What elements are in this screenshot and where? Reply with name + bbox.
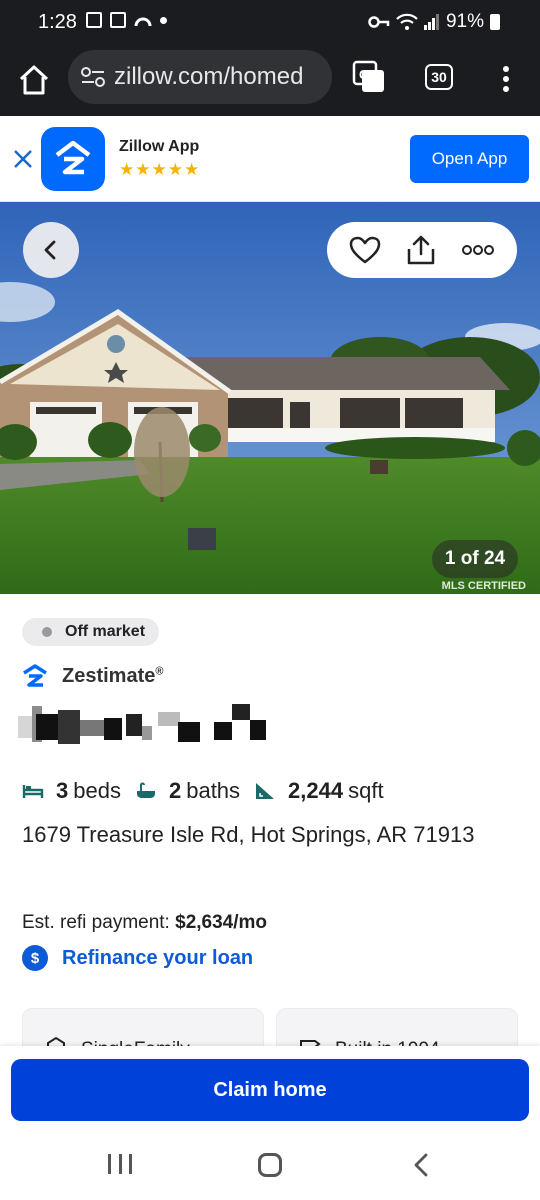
home-facts: 3 beds 2 baths 2,244 sqft bbox=[22, 778, 384, 804]
translate-icon[interactable]: G bbox=[352, 60, 386, 94]
listing-actions bbox=[327, 222, 517, 278]
home-nav-icon[interactable] bbox=[258, 1153, 282, 1177]
zillow-z-icon bbox=[55, 140, 91, 175]
status-bar: 1:28 91% bbox=[0, 0, 540, 46]
baths-label: baths bbox=[186, 778, 241, 803]
key-icon bbox=[368, 16, 390, 28]
sqft-icon bbox=[256, 783, 275, 799]
zillow-app-logo bbox=[41, 127, 105, 191]
status-badge: Off market bbox=[22, 618, 160, 646]
listing-photo[interactable]: 1 of 24 MLS CERTIFIED bbox=[0, 202, 540, 594]
tab-switcher-button[interactable]: 30 bbox=[425, 64, 453, 90]
zestimate-label: Zestimate® bbox=[62, 664, 164, 687]
zillow-z-icon bbox=[23, 664, 47, 687]
sqft-label: sqft bbox=[348, 778, 384, 803]
heart-icon[interactable] bbox=[349, 236, 381, 264]
more-options-icon[interactable] bbox=[461, 244, 495, 256]
baths-count: 2 bbox=[168, 778, 182, 803]
open-app-button[interactable]: Open App bbox=[410, 135, 529, 183]
beds-label: beds bbox=[73, 778, 121, 803]
bath-icon bbox=[136, 782, 155, 798]
mls-certified-badge: MLS CERTIFIED bbox=[441, 580, 526, 592]
app-install-banner: Zillow App ★★★★★ Open App bbox=[0, 116, 540, 202]
system-nav-bar bbox=[0, 1138, 540, 1200]
status-dot bbox=[42, 627, 52, 637]
zestimate-value-redacted bbox=[18, 704, 266, 744]
svg-text:G: G bbox=[359, 67, 369, 82]
beds-count: 3 bbox=[56, 778, 69, 803]
back-button[interactable] bbox=[23, 222, 79, 278]
signal-icon bbox=[423, 14, 439, 30]
calendar-icon bbox=[110, 12, 126, 28]
notification-icons bbox=[86, 12, 167, 28]
url-text: zillow.com/homed bbox=[114, 63, 304, 90]
browser-toolbar: zillow.com/homed G 30 bbox=[0, 46, 540, 116]
battery-icon bbox=[490, 14, 500, 30]
more-notifications-dot bbox=[160, 16, 167, 24]
refi-value: $2,634/mo bbox=[175, 912, 268, 933]
dollar-icon: $ bbox=[22, 945, 48, 971]
rating-stars: ★★★★★ bbox=[119, 160, 201, 179]
chevron-left-icon bbox=[44, 240, 56, 260]
share-icon[interactable] bbox=[405, 234, 437, 266]
sticky-cta: Claim home bbox=[0, 1046, 540, 1138]
refinance-link-label: Refinance your loan bbox=[62, 946, 254, 969]
status-label: Off market bbox=[65, 623, 146, 640]
refinance-link[interactable]: $ Refinance your loan bbox=[22, 945, 253, 971]
address-bar[interactable]: zillow.com/homed bbox=[68, 50, 332, 104]
clock: 1:28 bbox=[38, 11, 77, 33]
refi-label: Est. refi payment: bbox=[22, 912, 170, 933]
refi-payment: Est. refi payment: $2,634/mo bbox=[22, 912, 267, 934]
gallery-icon bbox=[86, 12, 102, 28]
bed-icon bbox=[22, 785, 44, 798]
site-settings-icon[interactable] bbox=[80, 66, 106, 88]
battery-percent: 91% bbox=[445, 11, 484, 32]
sqft-count: 2,244 bbox=[288, 778, 344, 803]
app-name: Zillow App bbox=[119, 138, 200, 155]
arc-icon bbox=[134, 17, 152, 27]
system-icons: 91% bbox=[368, 11, 500, 33]
close-icon[interactable] bbox=[12, 148, 34, 170]
claim-home-button[interactable]: Claim home bbox=[11, 1059, 529, 1121]
listing-address: 1679 Treasure Isle Rd, Hot Springs, AR 7… bbox=[22, 822, 475, 847]
zestimate-heading: Zestimate® bbox=[22, 664, 163, 688]
home-icon[interactable] bbox=[16, 62, 52, 98]
overflow-menu-icon[interactable] bbox=[496, 62, 516, 96]
back-nav-icon[interactable] bbox=[410, 1152, 434, 1178]
wifi-icon bbox=[396, 13, 418, 30]
recents-icon[interactable] bbox=[108, 1154, 132, 1176]
